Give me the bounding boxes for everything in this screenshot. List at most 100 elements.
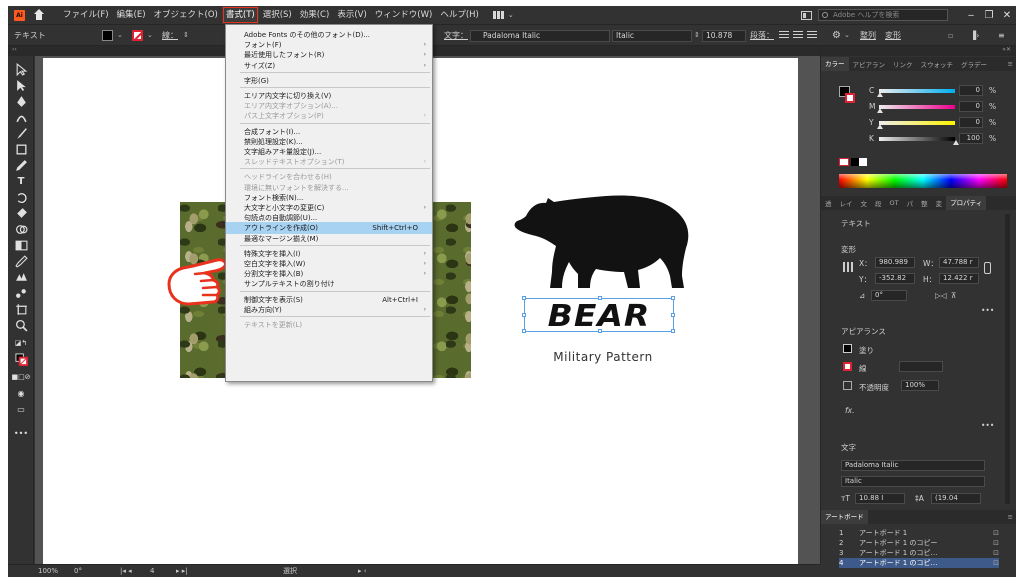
channel-value-field[interactable]: 0 [959,117,983,128]
stroke-weight-field[interactable] [899,361,943,372]
selection-handle[interactable] [671,296,675,300]
recolor-icon[interactable]: ⚙ [832,25,841,46]
menu-view[interactable]: 表示(V) [333,6,370,24]
appearance-stroke-swatch[interactable] [843,362,852,371]
artboard-options-icon[interactable]: ⊡ [993,538,999,548]
channel-slider[interactable] [879,137,955,141]
curvature-tool-icon[interactable] [14,110,28,124]
flip-horizontal-icon[interactable]: ▷◁ [935,291,947,300]
stroke-label[interactable]: 線： [162,25,178,46]
menu-object[interactable]: オブジェクト(O) [150,6,222,24]
w-field[interactable]: 47.788 r [939,257,979,268]
artboard-options-icon[interactable]: ⊡ [993,558,999,568]
panel-menu-icon[interactable]: ≡ [998,25,1005,46]
menu-select[interactable]: 選択(S) [259,6,296,24]
home-icon[interactable] [33,9,45,21]
menu-help[interactable]: ヘルプ(H) [436,6,483,24]
edit-toolbar-icon[interactable]: ••• [14,426,28,440]
selection-handle[interactable] [671,329,675,333]
reference-point-icon[interactable] [843,262,853,272]
paragraph-label[interactable]: 段落： [750,25,774,46]
rotate-tool-icon[interactable] [14,190,28,204]
chevron-down-icon[interactable]: ⌄ [147,25,153,46]
restore-button[interactable]: ❐ [980,10,998,21]
more-options-icon[interactable]: ••• [981,306,994,315]
align-right-icon[interactable] [807,31,817,40]
selection-handle[interactable] [522,329,526,333]
artboard-row[interactable]: 1 アートボード 1 ⊡ [839,528,999,538]
tab-links[interactable]: リンク [889,59,917,69]
collapse-panels-icon[interactable]: »✕ [1002,46,1011,53]
direct-selection-tool-icon[interactable] [14,78,28,92]
menu-type[interactable]: 書式(T) [221,6,259,24]
more-options-icon[interactable]: ••• [981,421,994,430]
black-swatch[interactable] [851,158,859,166]
transform-label[interactable]: 変形 [885,25,901,46]
pin-icon[interactable]: ▐› [970,25,979,46]
artboard-row[interactable]: 3 アートボード 1 のコピ… ⊡ [839,548,999,558]
bear-silhouette[interactable] [496,176,696,296]
font-family-dropdown[interactable]: Padaloma Italic [841,460,985,471]
panel-menu-icon[interactable]: ≡ [1004,513,1016,521]
zoom-tool-icon[interactable] [14,318,28,332]
pen-tool-icon[interactable] [14,94,28,108]
chevron-down-icon[interactable]: ⌄ [117,25,123,46]
isolate-icon[interactable]: ▫ [948,25,953,46]
dropdown-item[interactable]: サイズ(Z) › [226,60,432,72]
color-spectrum[interactable] [839,174,1007,188]
font-size-dropdown[interactable]: 10.88 I [855,493,905,504]
flip-vertical-icon[interactable]: ⊼ [951,291,957,300]
slider-knob[interactable] [877,124,883,129]
tab-artboards[interactable]: アートボード [821,510,868,524]
appearance-fill-swatch[interactable] [843,344,852,353]
bear-logo-text[interactable]: BEAR [524,297,674,333]
character-label[interactable]: 文字： [444,25,468,46]
artboard-row[interactable]: 2 アートボード 1 のコピー ⊡ [839,538,999,548]
swap-colors-icon[interactable]: ◪↰ [14,336,28,350]
tab-transform[interactable]: 変 [932,198,947,208]
screen-mode-icon[interactable]: ▭ [14,402,28,416]
tab-paragraph[interactable]: 段 [871,198,886,208]
align-center-icon[interactable] [793,31,803,40]
menu-window[interactable]: ウィンドウ(W) [371,6,437,24]
selection-handle[interactable] [671,313,675,317]
tab-appearance[interactable]: アピアラン [849,59,890,69]
gradient-tool-icon[interactable] [14,238,28,252]
panel-menu-icon[interactable]: ≡ [1004,60,1016,68]
tab-character[interactable]: 文 [857,198,872,208]
close-button[interactable]: ✕ [998,10,1016,21]
dropdown-item[interactable]: 字形(G) [226,75,432,87]
selection-tool-icon[interactable] [14,62,28,76]
opacity-field[interactable]: 100% [901,380,939,391]
chevron-down-icon[interactable]: ⌄ [508,11,514,19]
channel-value-field[interactable]: 100 [959,133,983,144]
angle-field[interactable]: 0° [871,290,907,301]
selection-handle[interactable] [522,313,526,317]
menu-file[interactable]: ファイル(F) [59,6,113,24]
tab-gradient[interactable]: グラデー [957,59,991,69]
arrange-label[interactable]: 整列 [860,25,876,46]
tab-pathfinder[interactable]: パ [903,198,918,208]
font-style-dropdown[interactable]: Italic [841,476,985,487]
color-stroke-swatch[interactable] [845,93,855,103]
stepper-icon[interactable]: ⇕ [694,25,700,46]
collapse-toolbar-icon[interactable]: ‹‹ [12,46,17,54]
type-tool-icon[interactable]: T [14,174,28,188]
dropdown-item[interactable]: サンプルテキストの割り付け [226,278,432,290]
artboard-row[interactable]: 4 アートボード 1 のコピ… ⊡ [839,558,999,568]
eyedropper-tool-icon[interactable] [14,254,28,268]
x-field[interactable]: 980.989 [875,257,915,268]
h-field[interactable]: 12.422 r [939,273,979,284]
align-left-icon[interactable] [779,31,789,40]
chevron-down-icon[interactable]: ⌄ [844,25,850,46]
subtitle-text[interactable]: Military Pattern [533,350,673,364]
brush-tool-icon[interactable] [14,126,28,140]
page-field[interactable]: 4 [150,565,154,577]
fill-swatch[interactable] [102,30,113,41]
tab-properties[interactable]: プロパティ [946,196,987,210]
channel-slider[interactable] [879,105,955,109]
leading-dropdown[interactable]: (19.04 [931,493,981,504]
help-search-input[interactable]: Adobe ヘルプを検索 [818,9,948,21]
y-field[interactable]: -352.82 [875,273,915,284]
menu-effect[interactable]: 効果(C) [296,6,334,24]
